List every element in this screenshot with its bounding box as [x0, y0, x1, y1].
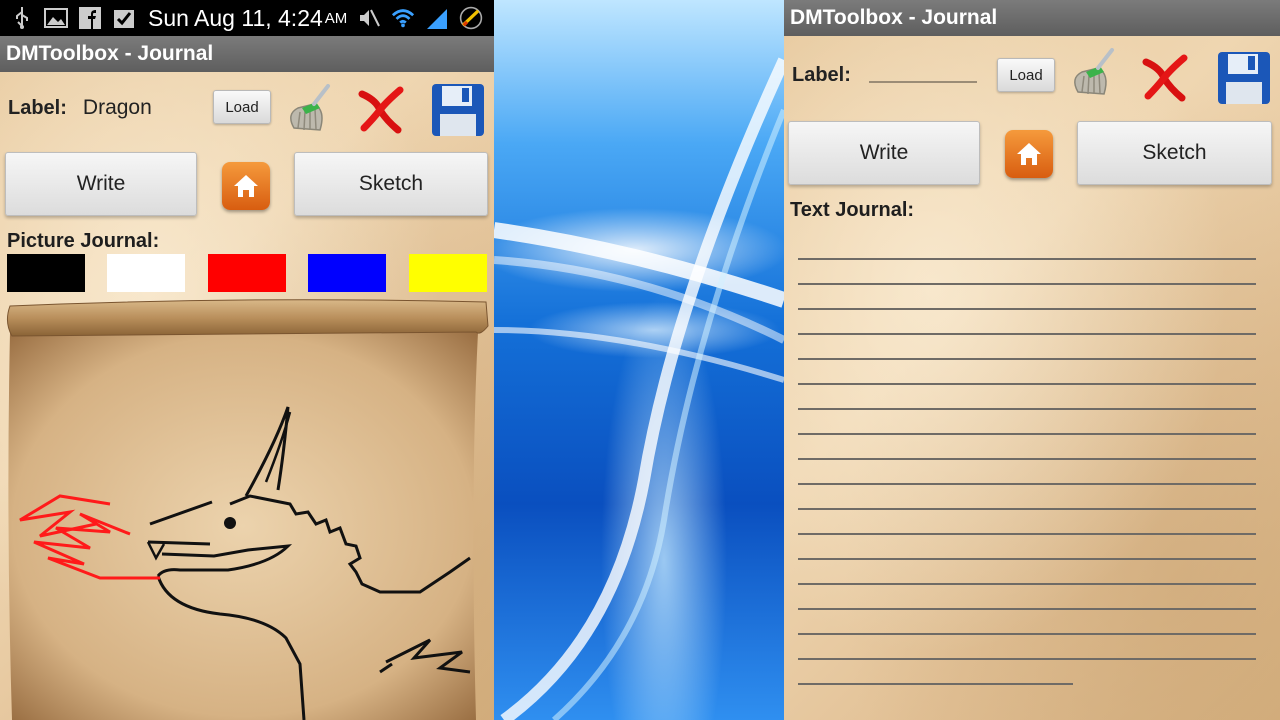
sketch-canvas[interactable]	[0, 292, 494, 720]
red-x-icon[interactable]	[356, 86, 406, 139]
journal-line	[798, 533, 1256, 535]
status-time: Sun Aug 11, 4:24	[148, 4, 323, 31]
load-button[interactable]: Load	[997, 58, 1055, 92]
journal-line	[798, 658, 1256, 660]
text-journal-title: Text Journal:	[790, 199, 915, 221]
sketch-button[interactable]: Sketch	[294, 152, 488, 216]
floppy-disk-icon[interactable]	[1216, 50, 1272, 111]
right-phone-screen: DMToolbox - Journal Label: Load Write Sk…	[784, 0, 1280, 720]
app-title: DMToolbox - Journal	[0, 36, 494, 72]
wallpaper-backdrop	[494, 0, 784, 720]
battery-icon	[459, 6, 483, 30]
label-key: Label:	[8, 96, 67, 119]
floppy-disk-icon[interactable]	[430, 82, 486, 143]
broom-icon[interactable]	[280, 84, 336, 141]
journal-line	[798, 633, 1256, 635]
sketch-button[interactable]: Sketch	[1077, 121, 1272, 185]
journal-line	[798, 583, 1256, 585]
journal-line	[798, 483, 1256, 485]
swatch-red[interactable]	[208, 254, 286, 292]
home-button[interactable]	[222, 162, 270, 210]
checkbox-icon	[112, 6, 136, 30]
journal-line	[798, 308, 1256, 310]
left-phone-screen: Sun Aug 11, 4:24 AM DMToolbox - Journal …	[0, 0, 494, 720]
label-input[interactable]	[868, 80, 977, 83]
journal-line	[798, 558, 1256, 560]
swatch-yellow[interactable]	[409, 254, 487, 292]
status-ampm: AM	[324, 9, 348, 27]
usb-icon	[10, 6, 34, 30]
picture-journal-title: Picture Journal:	[7, 230, 160, 252]
write-button[interactable]: Write	[5, 152, 197, 216]
broom-icon[interactable]	[1064, 48, 1120, 105]
text-journal-input[interactable]	[798, 258, 1256, 708]
label-row: Label:	[792, 64, 977, 87]
facebook-icon	[78, 6, 102, 30]
journal-line	[798, 683, 1073, 685]
home-icon	[1017, 143, 1041, 165]
swatch-white[interactable]	[107, 254, 185, 292]
load-button[interactable]: Load	[213, 90, 271, 124]
journal-line	[798, 358, 1256, 360]
journal-line	[798, 508, 1256, 510]
label-key: Label:	[792, 64, 851, 86]
red-x-icon[interactable]	[1140, 54, 1190, 107]
image-icon	[44, 6, 68, 30]
journal-line	[798, 383, 1256, 385]
mute-icon	[357, 6, 381, 30]
journal-line	[798, 283, 1256, 285]
home-button[interactable]	[1005, 130, 1053, 178]
journal-line	[798, 608, 1256, 610]
signal-icon	[425, 6, 449, 30]
write-button[interactable]: Write	[788, 121, 980, 185]
app-title: DMToolbox - Journal	[784, 0, 1280, 36]
label-input[interactable]: Dragon	[83, 96, 152, 120]
journal-line	[798, 433, 1256, 435]
swatch-blue[interactable]	[308, 254, 386, 292]
journal-line	[798, 258, 1256, 260]
label-row: Label: Dragon	[8, 96, 152, 120]
swatch-black[interactable]	[7, 254, 85, 292]
journal-line	[798, 408, 1256, 410]
journal-line	[798, 333, 1256, 335]
status-bar: Sun Aug 11, 4:24 AM	[0, 0, 494, 36]
home-icon	[234, 175, 258, 197]
wifi-icon	[391, 6, 415, 30]
journal-line	[798, 458, 1256, 460]
